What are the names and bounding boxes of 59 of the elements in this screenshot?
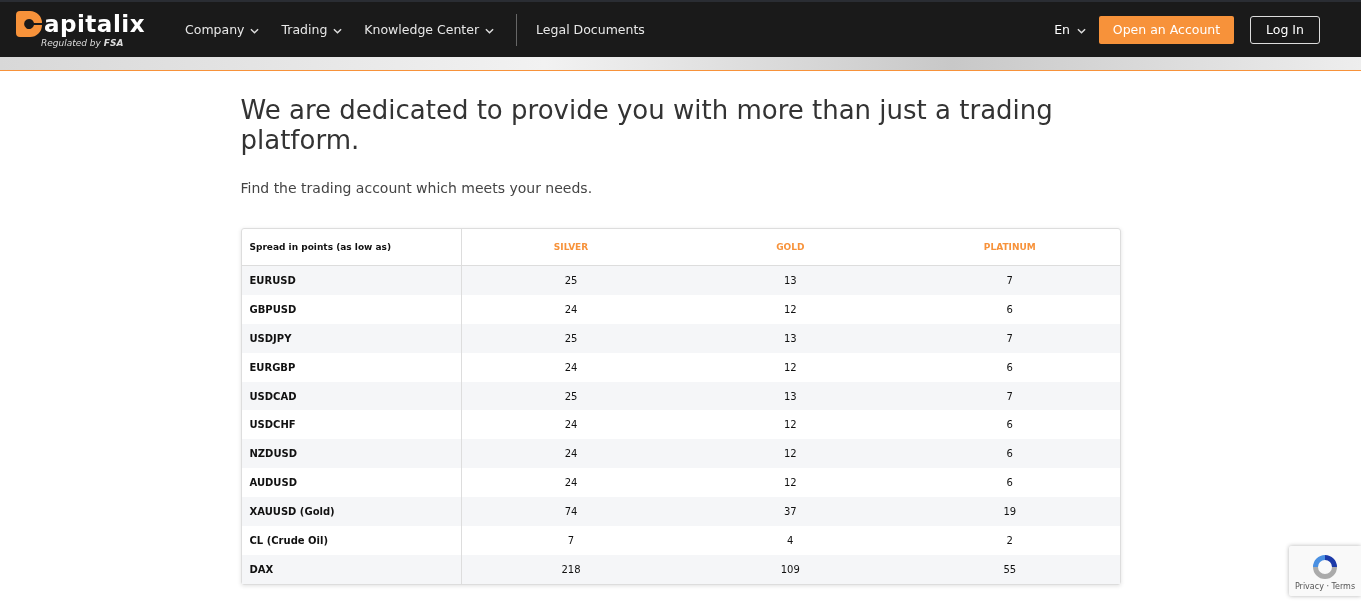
instrument-cell: EURGBP (241, 352, 461, 382)
spread-cell: 6 (900, 294, 1120, 324)
instrument-cell: GBPUSD (241, 294, 461, 324)
spread-cell: 12 (680, 468, 900, 498)
spread-cell: 13 (680, 381, 900, 411)
spread-cell: 7 (900, 323, 1120, 353)
chevron-down-icon (1077, 27, 1086, 34)
spread-cell: 7 (461, 526, 681, 555)
spread-cell: 24 (461, 439, 681, 469)
recaptcha-links[interactable]: Privacy · Terms (1294, 581, 1356, 591)
spread-cell: 6 (900, 410, 1120, 440)
instrument-cell: DAX (241, 554, 461, 584)
spread-cell: 24 (461, 410, 681, 440)
instrument-cell: USDJPY (241, 323, 461, 353)
spread-cell: 6 (900, 468, 1120, 498)
nav-link[interactable]: Trading (281, 22, 328, 37)
spread-cell: 2 (900, 526, 1120, 555)
spread-cell: 7 (900, 381, 1120, 411)
spread-cell: 109 (680, 554, 900, 584)
spread-cell: 24 (461, 352, 681, 382)
spread-cell: 13 (680, 323, 900, 353)
instrument-cell: USDCAD (241, 381, 461, 411)
spread-cell: 19 (900, 497, 1120, 526)
spread-cell: 6 (900, 439, 1120, 469)
tier-header: PLATINUM (900, 229, 1120, 266)
spread-cell: 13 (680, 265, 900, 295)
spread-cell: 37 (680, 497, 900, 526)
spread-cell: 218 (461, 554, 681, 584)
nav-link[interactable]: Company (185, 22, 245, 37)
spread-cell: 55 (900, 554, 1120, 584)
spread-cell: 12 (680, 439, 900, 469)
spread-cell: 74 (461, 497, 681, 526)
spread-cell: 12 (680, 294, 900, 324)
login-button[interactable]: Log In (1250, 15, 1320, 44)
spread-cell: 12 (680, 410, 900, 440)
logo-tagline: Regulated by FSA (41, 38, 125, 48)
column-header: Spread in points (as low as) (241, 229, 461, 266)
spread-cell: 25 (461, 323, 681, 353)
nav-link[interactable]: Knowledge Center (364, 22, 480, 37)
instrument-cell: EURUSD (241, 265, 461, 295)
spread-cell: 25 (461, 381, 681, 411)
spread-cell: 25 (461, 265, 681, 295)
logo-text[interactable]: apitalix (44, 11, 145, 37)
tier-header: GOLD (680, 229, 900, 266)
spread-cell: 24 (461, 294, 681, 324)
page-subheading: Find the trading account which meets your needs. (240, 180, 594, 196)
instrument-cell: NZDUSD (241, 439, 461, 469)
spread-cell: 4 (680, 526, 900, 555)
instrument-cell: XAUUSD (Gold) (241, 497, 461, 526)
language-selector[interactable]: En (1054, 22, 1086, 37)
spread-cell: 7 (900, 265, 1120, 295)
nav-link[interactable]: Legal Documents (536, 22, 645, 37)
spread-cell: 6 (900, 352, 1120, 382)
logo-icon[interactable] (16, 11, 42, 37)
spread-cell: 12 (680, 352, 900, 382)
page-heading: We are dedicated to provide you with more than just a trading platform. (240, 95, 1054, 155)
instrument-cell: CL (Crude Oil) (241, 526, 461, 555)
spread-cell: 24 (461, 468, 681, 498)
tier-header: SILVER (461, 229, 681, 266)
